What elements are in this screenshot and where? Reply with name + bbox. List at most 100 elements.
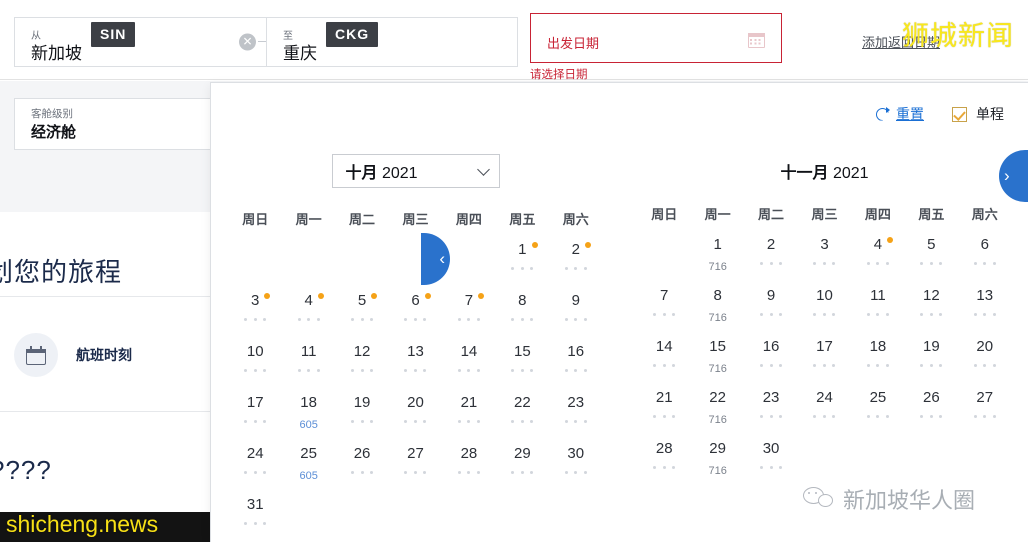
day-cell[interactable]: 4 [282, 290, 335, 341]
day-cell[interactable]: 25 605 [282, 443, 335, 494]
day-cell[interactable]: 5 [335, 290, 388, 341]
day-cell[interactable]: 6 [958, 234, 1011, 285]
day-cell[interactable]: 21 [638, 387, 691, 438]
day-cell[interactable]: 13 [389, 341, 442, 392]
price-loading-icon [351, 369, 374, 372]
day-cell[interactable]: 8 716 [691, 285, 744, 336]
day-cell[interactable]: 28 [638, 438, 691, 489]
day-cell[interactable]: 13 [958, 285, 1011, 336]
departure-date-field[interactable]: 出发日期 [530, 13, 782, 63]
day-cell[interactable]: 23 [549, 392, 602, 443]
day-number: 24 [246, 445, 264, 462]
day-cell[interactable]: 12 [335, 341, 388, 392]
day-cell[interactable]: 8 [496, 290, 549, 341]
flight-schedule-label[interactable]: 航班时刻 [76, 345, 132, 365]
day-cell[interactable]: 1 716 [691, 234, 744, 285]
day-cell[interactable]: 30 [549, 443, 602, 494]
day-cell[interactable]: 14 [442, 341, 495, 392]
day-cell[interactable]: 3 [229, 290, 282, 341]
day-cell[interactable]: 11 [851, 285, 904, 336]
day-cell[interactable]: 15 [496, 341, 549, 392]
day-number: 16 [762, 338, 780, 355]
day-cell[interactable]: 16 [549, 341, 602, 392]
day-number: 13 [976, 287, 994, 304]
day-cell[interactable]: 6 [389, 290, 442, 341]
day-price: 716 [708, 414, 727, 426]
day-cell[interactable]: 29 [496, 443, 549, 494]
day-cell[interactable]: 7 [442, 290, 495, 341]
day-cell[interactable]: 28 [442, 443, 495, 494]
day-cell[interactable]: 27 [389, 443, 442, 494]
day-cell[interactable]: 19 [335, 392, 388, 443]
day-cell-empty [798, 438, 851, 489]
day-cell[interactable]: 17 [229, 392, 282, 443]
day-number: 28 [655, 440, 673, 457]
cabin-class-field[interactable]: 客舱级别 经济舱 [14, 98, 214, 150]
day-cell[interactable]: 10 [229, 341, 282, 392]
day-cell[interactable]: 29 716 [691, 438, 744, 489]
day-cell[interactable]: 7 [638, 285, 691, 336]
day-cell[interactable]: 24 [798, 387, 851, 438]
day-number: 26 [353, 445, 371, 462]
day-cell[interactable]: 16 [744, 336, 797, 387]
day-number: 16 [567, 343, 585, 360]
day-row: 24 25 605 26 27 28 29 30 [229, 443, 603, 494]
day-cell[interactable]: 9 [744, 285, 797, 336]
weekday-label: 周四 [864, 207, 891, 222]
day-cell[interactable]: 1 [496, 239, 549, 290]
price-loading-icon [457, 420, 480, 423]
day-cell[interactable]: 22 [496, 392, 549, 443]
day-cell[interactable]: 21 [442, 392, 495, 443]
day-cell[interactable]: 20 [958, 336, 1011, 387]
day-cell[interactable]: 31 [229, 494, 282, 542]
day-cell[interactable]: 25 [851, 387, 904, 438]
day-number: 30 [762, 440, 780, 457]
day-price: 716 [708, 363, 727, 375]
day-number: 25 [300, 445, 317, 462]
price-loading-icon [297, 318, 320, 321]
availability-dot-icon [478, 293, 485, 299]
day-cell[interactable]: 19 [905, 336, 958, 387]
day-cell[interactable]: 15 716 [691, 336, 744, 387]
month-year-select[interactable]: 十月 2021 [331, 154, 500, 188]
day-cell[interactable]: 2 [549, 239, 602, 290]
day-cell[interactable]: 5 [905, 234, 958, 285]
destination-field[interactable]: 至 重庆 CKG ✕ [266, 17, 758, 67]
day-cell[interactable]: 18 [851, 336, 904, 387]
day-cell[interactable]: 3 [798, 234, 851, 285]
day-cell[interactable]: 22 716 [691, 387, 744, 438]
origin-field[interactable]: 从 新加坡 SIN ✕ [14, 17, 266, 67]
refresh-icon [876, 106, 890, 121]
price-loading-icon [813, 262, 836, 265]
day-cell[interactable]: 12 [905, 285, 958, 336]
day-row: 1 716 2 3 4 5 6 [638, 234, 1012, 285]
calendar-icon [14, 333, 58, 377]
day-cell[interactable]: 26 [905, 387, 958, 438]
oneway-toggle[interactable]: 单程 [952, 104, 1004, 124]
day-cell[interactable]: 24 [229, 443, 282, 494]
day-cell[interactable]: 9 [549, 290, 602, 341]
day-cell[interactable]: 27 [958, 387, 1011, 438]
day-cell[interactable]: 26 [335, 443, 388, 494]
day-cell[interactable]: 11 [282, 341, 335, 392]
day-cell[interactable]: 20 [389, 392, 442, 443]
day-cell[interactable]: 4 [851, 234, 904, 285]
day-cell[interactable]: 18 605 [282, 392, 335, 443]
reset-button[interactable]: 重置 [876, 104, 924, 124]
day-cell[interactable]: 17 [798, 336, 851, 387]
day-cell[interactable]: 10 [798, 285, 851, 336]
day-number: 22 [514, 394, 531, 411]
departure-calendar-icon[interactable] [748, 31, 765, 48]
day-cell[interactable]: 14 [638, 336, 691, 387]
clear-origin-icon[interactable]: ✕ [239, 33, 256, 51]
price-loading-icon [457, 471, 480, 474]
weekday-label: 周三 [811, 207, 838, 222]
day-row: 14 15 716 16 17 18 19 20 [638, 336, 1012, 387]
price-loading-icon [973, 364, 996, 367]
day-cell[interactable]: 23 [744, 387, 797, 438]
wechat-icon [803, 487, 833, 511]
day-cell[interactable]: 30 [744, 438, 797, 489]
oneway-checkbox[interactable] [952, 106, 967, 122]
price-loading-icon [920, 364, 943, 367]
day-cell[interactable]: 2 [744, 234, 797, 285]
